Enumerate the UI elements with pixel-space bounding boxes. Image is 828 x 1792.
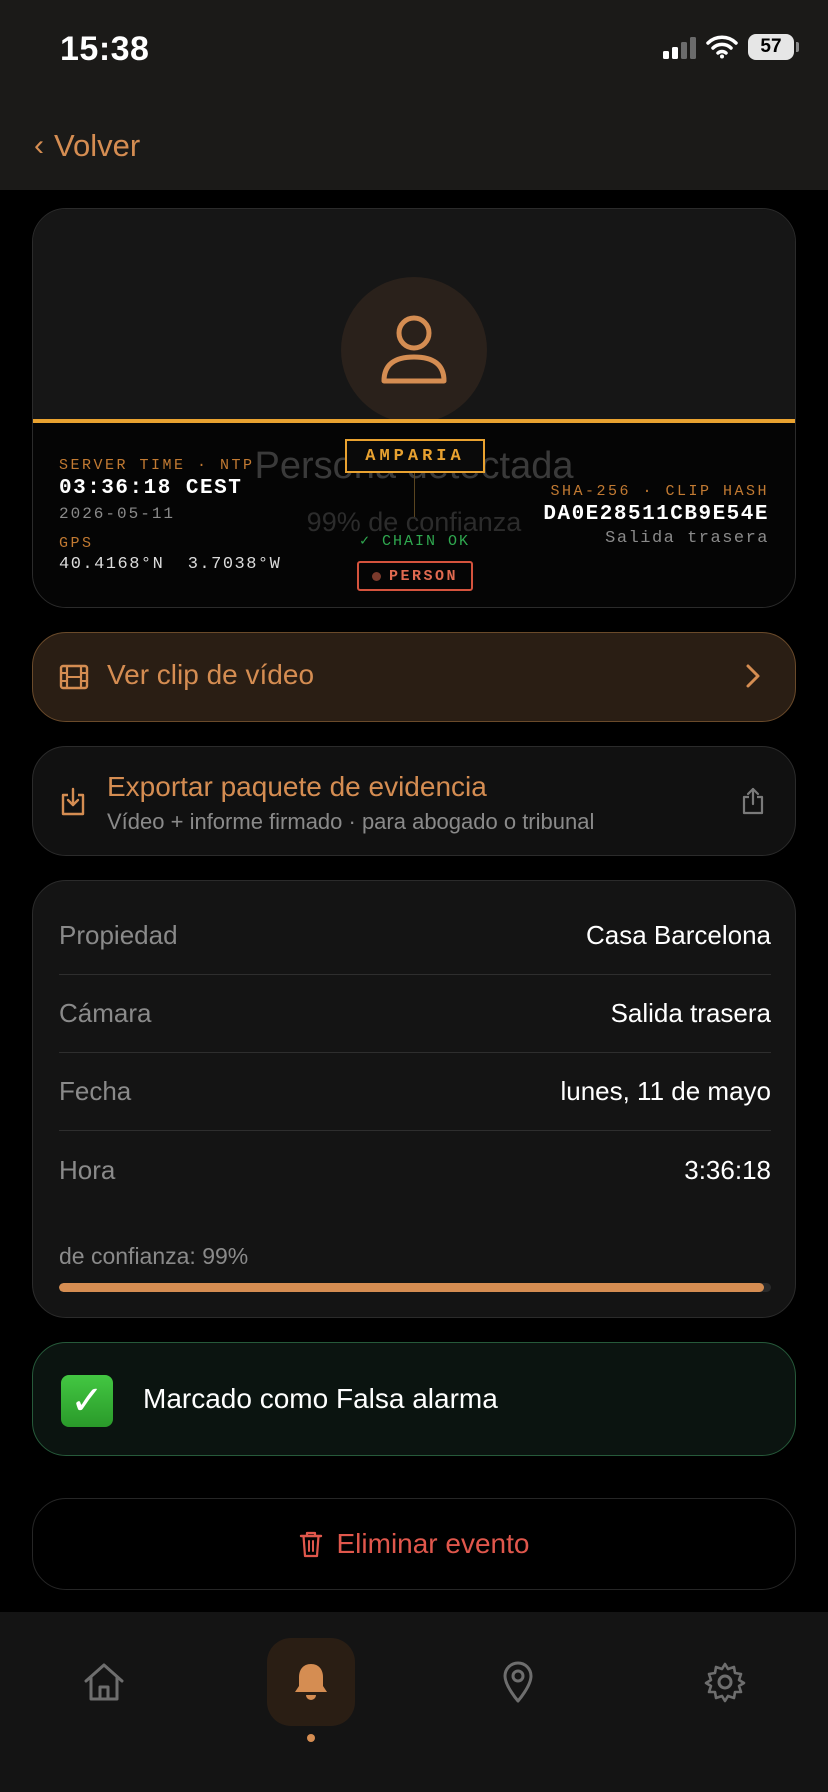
chevron-right-icon <box>746 664 760 688</box>
confidence-label: de confianza: 99% <box>59 1243 249 1269</box>
false-alarm-status[interactable]: ✓ Marcado como Falsa alarma <box>32 1342 796 1456</box>
confidence-bar <box>59 1283 771 1292</box>
delete-event-label: Eliminar evento <box>336 1528 530 1559</box>
delete-event-button[interactable]: Eliminar evento <box>32 1498 796 1590</box>
chevron-left-icon: ‹ <box>34 129 44 162</box>
top-header: 15:38 57 ‹ Volver <box>0 0 828 190</box>
gps-value: 40.4168°N 3.7038°W <box>59 555 282 574</box>
location-pin-icon <box>503 1661 533 1703</box>
server-time-value: 03:36:18 CEST <box>59 477 243 500</box>
detection-tag: PERSON <box>357 561 473 591</box>
export-evidence-label: Exportar paquete de evidencia <box>107 771 487 802</box>
detail-key: Fecha <box>59 1076 132 1106</box>
status-time: 15:38 <box>60 30 150 68</box>
check-mark-icon: ✓ <box>61 1375 113 1427</box>
person-icon <box>381 315 447 384</box>
cellular-signal-icon <box>663 35 696 59</box>
back-button[interactable]: ‹ Volver <box>34 128 140 164</box>
view-clip-button[interactable]: Ver clip de vídeo <box>32 632 796 722</box>
tab-settings[interactable] <box>681 1638 769 1726</box>
detail-value: Salida trasera <box>610 998 771 1028</box>
gear-icon <box>704 1662 746 1703</box>
trash-icon <box>299 1531 322 1558</box>
view-clip-label: Ver clip de vídeo <box>107 659 315 690</box>
detail-row-camera: Cámara Salida trasera <box>59 975 771 1053</box>
film-icon <box>59 664 89 690</box>
download-tray-icon <box>61 787 85 816</box>
avatar <box>341 277 487 423</box>
server-date-value: 2026-05-11 <box>59 505 176 523</box>
server-time-label: SERVER TIME · NTP <box>59 457 255 474</box>
wifi-icon <box>706 35 738 59</box>
detail-key: Cámara <box>59 998 152 1028</box>
false-alarm-label: Marcado como Falsa alarma <box>143 1383 498 1414</box>
detail-key: Propiedad <box>59 920 178 950</box>
export-evidence-subtitle: Vídeo + informe firmado · para abogado o… <box>107 809 595 834</box>
detail-key: Hora <box>59 1154 116 1185</box>
back-label: Volver <box>54 128 141 163</box>
bell-icon <box>295 1664 327 1700</box>
detail-value: Casa Barcelona <box>586 920 771 950</box>
detection-tag-label: PERSON <box>388 567 458 585</box>
confidence-bar-fill <box>59 1283 764 1292</box>
active-tab-indicator <box>307 1734 315 1742</box>
tab-alerts[interactable] <box>267 1638 355 1726</box>
battery-icon: 57 <box>748 34 799 60</box>
status-icons: 57 <box>663 34 799 60</box>
home-icon <box>84 1663 124 1701</box>
share-icon[interactable] <box>741 787 765 815</box>
hash-value: DA0E28511CB9E54E <box>543 503 769 526</box>
detail-row-time: Hora 3:36:18 <box>59 1131 771 1209</box>
tab-locations[interactable] <box>474 1638 562 1726</box>
evidence-hero-card: Persona detectada 99% de confianza SERVE… <box>32 208 796 608</box>
detail-row-property: Propiedad Casa Barcelona <box>59 897 771 975</box>
tab-home[interactable] <box>60 1638 148 1726</box>
hash-label: SHA-256 · CLIP HASH <box>550 483 769 500</box>
tab-bar <box>0 1612 828 1792</box>
detail-value: 3:36:18 <box>684 1154 771 1185</box>
brand-badge: AMPARIA <box>345 439 485 473</box>
detail-value: lunes, 11 de mayo <box>560 1076 771 1106</box>
export-evidence-button[interactable]: Exportar paquete de evidencia Vídeo + in… <box>32 746 796 856</box>
event-details-card: Propiedad Casa Barcelona Cámara Salida t… <box>32 880 796 1318</box>
tag-dot-icon <box>371 571 381 581</box>
chain-connector <box>414 473 415 517</box>
hero-camera-label: Salida trasera <box>605 529 769 548</box>
detail-row-date: Fecha lunes, 11 de mayo <box>59 1053 771 1131</box>
